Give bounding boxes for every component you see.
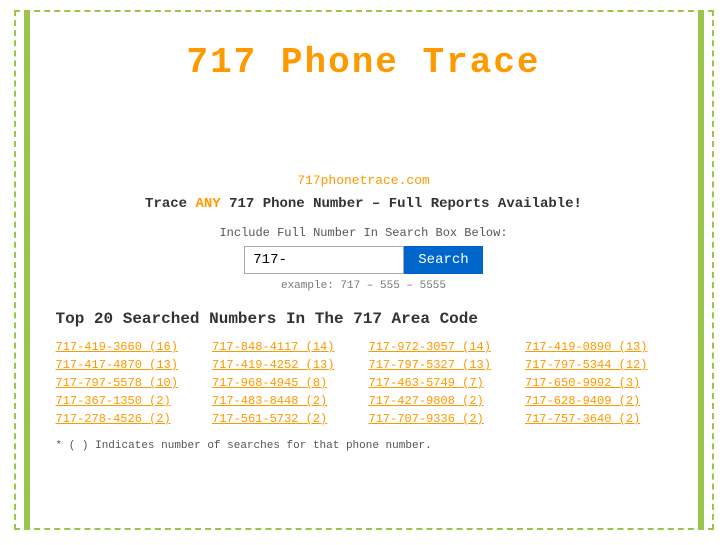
number-link[interactable]: 717-367-1350 (2) — [56, 394, 203, 408]
number-link[interactable]: 717-427-9808 (2) — [369, 394, 516, 408]
number-link[interactable]: 717-628-9409 (2) — [525, 394, 672, 408]
site-url: 717phonetrace.com — [56, 173, 672, 188]
number-link[interactable]: 717-968-4945 (8) — [212, 376, 359, 390]
right-side-bar — [698, 12, 704, 528]
left-side-bar — [24, 12, 30, 528]
tagline-suffix: 717 Phone Number – Full Reports Availabl… — [221, 196, 582, 212]
number-link[interactable]: 717-561-5732 (2) — [212, 412, 359, 426]
search-input[interactable] — [244, 246, 404, 274]
number-link[interactable]: 717-757-3640 (2) — [525, 412, 672, 426]
number-link[interactable]: 717-797-5327 (13) — [369, 358, 516, 372]
number-link[interactable]: 717-848-4117 (14) — [212, 340, 359, 354]
number-link[interactable]: 717-278-4526 (2) — [56, 412, 203, 426]
page-title: 717 Phone Trace — [56, 22, 672, 93]
tagline: Trace ANY 717 Phone Number – Full Report… — [56, 196, 672, 212]
footnote: * ( ) Indicates number of searches for t… — [56, 440, 672, 452]
number-link[interactable]: 717-797-5344 (12) — [525, 358, 672, 372]
tagline-prefix: Trace — [145, 196, 195, 212]
number-link[interactable]: 717-419-0890 (13) — [525, 340, 672, 354]
number-link[interactable]: 717-650-9992 (3) — [525, 376, 672, 390]
search-button[interactable]: Search — [404, 246, 482, 274]
number-link[interactable]: 717-417-4870 (13) — [56, 358, 203, 372]
top20-title: Top 20 Searched Numbers In The 717 Area … — [56, 310, 672, 328]
search-row: Search — [56, 246, 672, 274]
tagline-any: ANY — [195, 196, 220, 212]
number-link[interactable]: 717-972-3057 (14) — [369, 340, 516, 354]
example-text: example: 717 – 555 – 5555 — [56, 280, 672, 292]
number-link[interactable]: 717-707-9336 (2) — [369, 412, 516, 426]
number-link[interactable]: 717-419-4252 (13) — [212, 358, 359, 372]
number-link[interactable]: 717-419-3660 (16) — [56, 340, 203, 354]
search-label: Include Full Number In Search Box Below: — [56, 226, 672, 240]
outer-container: 717 Phone Trace 717phonetrace.com Trace … — [14, 10, 714, 530]
number-link[interactable]: 717-797-5578 (10) — [56, 376, 203, 390]
number-link[interactable]: 717-463-5749 (7) — [369, 376, 516, 390]
numbers-grid: 717-419-3660 (16) 717-848-4117 (14) 717-97… — [56, 340, 672, 426]
number-link[interactable]: 717-483-8448 (2) — [212, 394, 359, 408]
